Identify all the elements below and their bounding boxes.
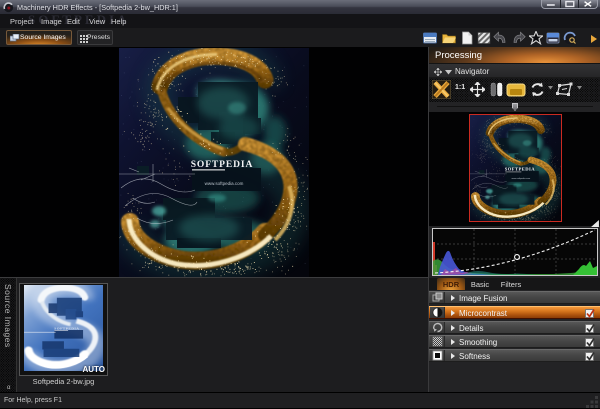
svg-text:SOFTPEDIA: SOFTPEDIA xyxy=(54,327,79,331)
svg-text:SOFTPEDIA: SOFTPEDIA xyxy=(191,160,253,170)
svg-text:www.softpedia.com: www.softpedia.com xyxy=(205,181,244,186)
